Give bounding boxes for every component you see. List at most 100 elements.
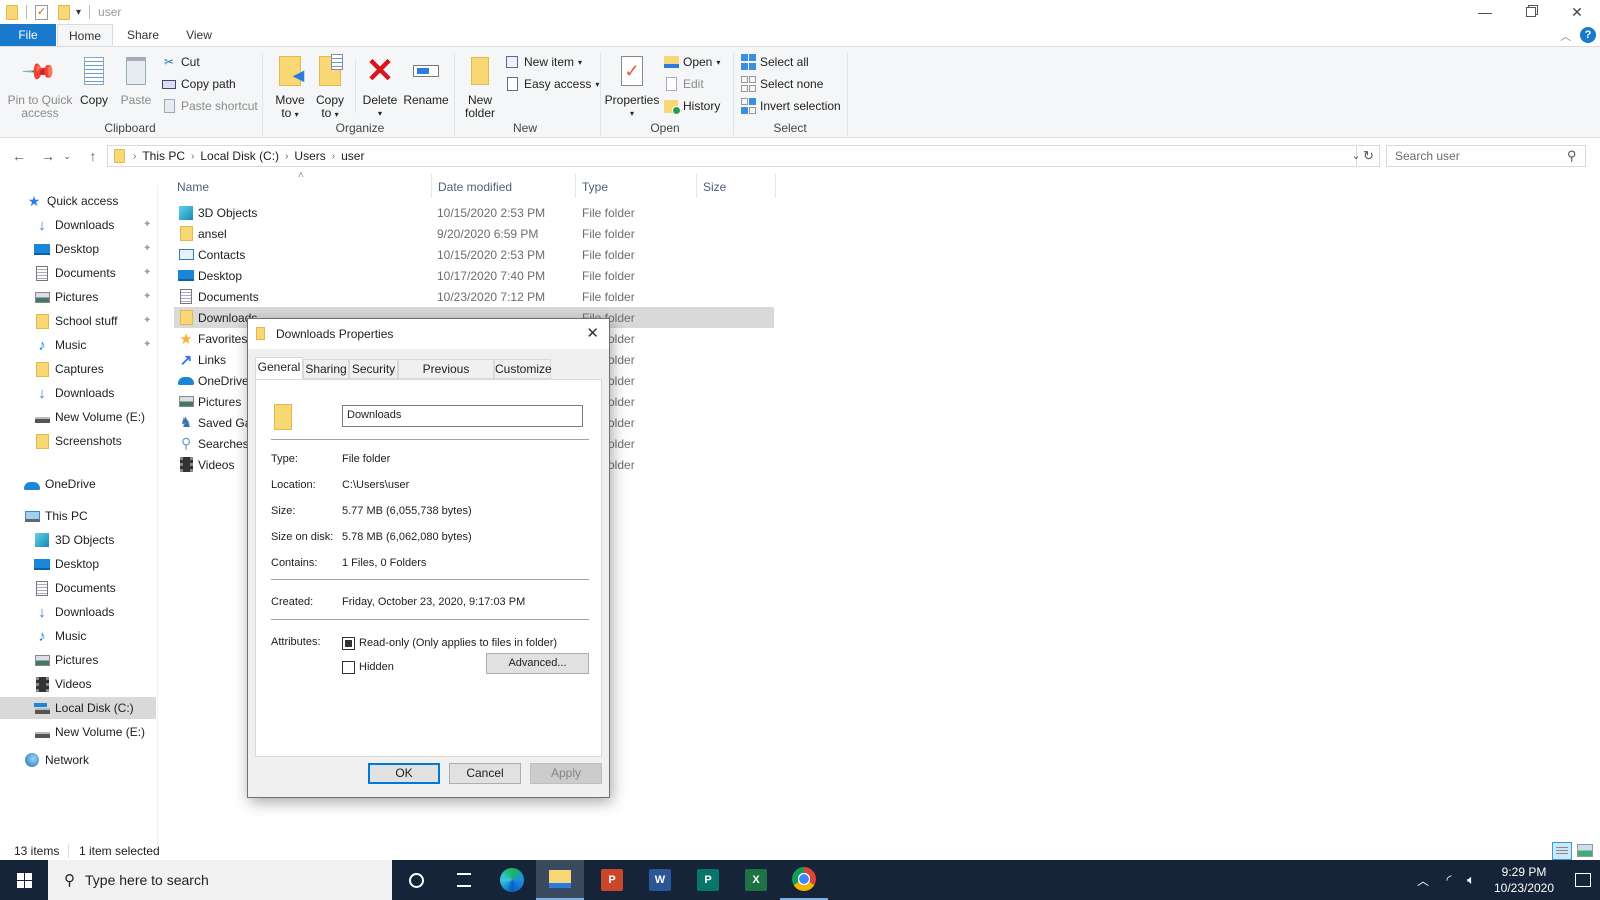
column-header-date-modified[interactable]: Date modified [438, 180, 512, 194]
breadcrumb-this-pc[interactable]: This PC [142, 149, 185, 163]
copy-path-button[interactable]: Copy path [161, 74, 236, 94]
tab-view[interactable]: View [176, 24, 222, 46]
history-button[interactable]: History [663, 96, 720, 116]
pinned-icon[interactable]: ✦ [143, 315, 151, 326]
clock[interactable]: 9:29 PM 10/23/2020 [1484, 860, 1564, 900]
dialog-tab-general[interactable]: General [255, 357, 303, 380]
sidebar-item-desktop[interactable]: Desktop [34, 553, 99, 575]
dialog-close-button[interactable]: ✕ [586, 324, 599, 342]
file-row[interactable]: Contacts 10/15/2020 2:53 PM File folder [174, 244, 774, 265]
cancel-button[interactable]: Cancel [449, 763, 521, 784]
readonly-checkbox[interactable] [342, 637, 355, 650]
taskbar-app-word[interactable]: W [636, 860, 684, 900]
file-row[interactable]: Documents 10/23/2020 7:12 PM File folder [174, 286, 774, 307]
up-button[interactable]: ↑ [82, 146, 104, 166]
easy-access-button[interactable]: Easy access ▾ [504, 74, 599, 94]
sidebar-item-desktop[interactable]: Desktop [34, 238, 99, 260]
sidebar-item-videos[interactable]: Videos [34, 673, 91, 695]
start-button[interactable] [0, 860, 48, 900]
sidebar-item-this-pc[interactable]: This PC [24, 505, 88, 527]
apply-button[interactable]: Apply [530, 763, 602, 784]
sidebar-item-onedrive[interactable]: OneDrive [24, 473, 96, 495]
sidebar-item-new-volume-e[interactable]: New Volume (E:) [34, 406, 145, 428]
large-icons-view-button[interactable] [1577, 844, 1593, 857]
cut-button[interactable]: ✂ Cut [161, 52, 200, 72]
sidebar-item-music[interactable]: ♪ Music [34, 625, 86, 647]
delete-button[interactable]: ✕ Delete ▾ [360, 51, 400, 120]
taskbar-app-edge[interactable] [488, 860, 536, 900]
dialog-title-bar[interactable]: Downloads Properties ✕ [248, 319, 609, 349]
select-all-button[interactable]: Select all [740, 52, 809, 72]
close-button[interactable]: ✕ [1554, 0, 1600, 24]
ok-button[interactable]: OK [368, 763, 440, 784]
column-divider[interactable] [575, 174, 576, 198]
paste-shortcut-button[interactable]: Paste shortcut [161, 96, 258, 116]
collapse-ribbon-icon[interactable]: ︿ [1560, 28, 1571, 44]
file-row[interactable]: 3D Objects 10/15/2020 2:53 PM File folder [174, 202, 774, 223]
recent-locations-button[interactable]: ⌄ [60, 146, 74, 166]
column-divider[interactable] [696, 174, 697, 198]
sidebar-item-school-stuff[interactable]: School stuff [34, 310, 117, 332]
sidebar-item-pictures[interactable]: Pictures [34, 286, 98, 308]
taskbar-app-excel[interactable]: X [732, 860, 780, 900]
sidebar-item-network[interactable]: Network [24, 749, 89, 771]
copy-to-button[interactable]: Copy to ▾ [312, 51, 348, 121]
copy-button[interactable]: Copy [78, 51, 110, 107]
dialog-tab-security[interactable]: Security [349, 359, 398, 379]
tab-share[interactable]: Share [118, 24, 168, 46]
breadcrumb-user[interactable]: user [341, 149, 364, 163]
column-header-name[interactable]: Name [177, 180, 209, 194]
sidebar-item-documents[interactable]: Documents [34, 577, 116, 599]
pinned-icon[interactable]: ✦ [143, 243, 151, 254]
pinned-icon[interactable]: ✦ [143, 219, 151, 230]
breadcrumb-users[interactable]: Users [294, 149, 325, 163]
taskbar-app-chrome[interactable] [780, 860, 828, 900]
new-folder-button[interactable]: New folder [462, 51, 498, 120]
restore-button[interactable] [1508, 0, 1554, 24]
folder-name-input[interactable]: Downloads [342, 405, 583, 427]
sidebar-item-new-volume-e[interactable]: New Volume (E:) [34, 721, 145, 743]
details-view-button[interactable] [1552, 842, 1572, 860]
taskbar-app-publisher[interactable]: P [684, 860, 732, 900]
volume-tray-button[interactable]: 🔈︎ [1460, 860, 1482, 900]
refresh-button[interactable]: ↻ [1358, 145, 1380, 167]
pinned-icon[interactable]: ✦ [143, 267, 151, 278]
show-hidden-icons-button[interactable]: ︿ [1412, 860, 1434, 900]
dialog-tab-sharing[interactable]: Sharing [303, 359, 349, 379]
hidden-label[interactable]: Hidden [359, 661, 394, 673]
tab-file[interactable]: File [0, 24, 56, 46]
properties-checkmark-icon[interactable]: ✓ [35, 4, 48, 20]
cortana-button[interactable] [392, 860, 440, 900]
column-header-type[interactable]: Type [582, 180, 608, 194]
column-header-size[interactable]: Size [703, 180, 726, 194]
taskbar-app-powerpoint[interactable]: P [588, 860, 636, 900]
help-icon[interactable]: ? [1580, 27, 1596, 43]
sidebar-item-captures[interactable]: Captures [34, 358, 104, 380]
file-row[interactable]: ansel 9/20/2020 6:59 PM File folder [174, 223, 774, 244]
sidebar-item-quick-access[interactable]: ★ Quick access [26, 190, 119, 212]
dialog-tab-previous-versions[interactable]: Previous Versions [398, 359, 494, 394]
breadcrumb-local-disk[interactable]: Local Disk (C:) [200, 149, 279, 163]
sidebar-item-pictures[interactable]: Pictures [34, 649, 98, 671]
edit-button[interactable]: Edit [663, 74, 704, 94]
advanced-button[interactable]: Advanced... [486, 653, 589, 674]
sidebar-item-screenshots[interactable]: Screenshots [34, 430, 122, 452]
sidebar-item-music[interactable]: ♪ Music [34, 334, 86, 356]
paste-button[interactable]: Paste [118, 51, 154, 107]
sidebar-item-downloads[interactable]: ↓ Downloads [34, 601, 114, 623]
search-input[interactable]: Search user ⚲ [1386, 145, 1586, 167]
sidebar-item-downloads[interactable]: ↓ Downloads [34, 382, 114, 404]
column-divider[interactable] [775, 174, 776, 198]
sidebar-item-documents[interactable]: Documents [34, 262, 116, 284]
pinned-icon[interactable]: ✦ [143, 339, 151, 350]
minimize-button[interactable]: — [1462, 0, 1508, 24]
task-view-button[interactable] [440, 860, 488, 900]
new-item-button[interactable]: New item ▾ [504, 52, 582, 72]
open-button[interactable]: Open ▾ [663, 52, 720, 72]
sidebar-item-local-disk-c[interactable]: Local Disk (C:) [0, 697, 156, 719]
tab-home[interactable]: Home [57, 24, 113, 47]
move-to-button[interactable]: ◀ Move to ▾ [272, 51, 308, 121]
forward-button[interactable]: → [37, 146, 59, 166]
new-folder-icon[interactable] [58, 4, 70, 20]
taskbar-app-file-explorer[interactable] [536, 860, 584, 900]
